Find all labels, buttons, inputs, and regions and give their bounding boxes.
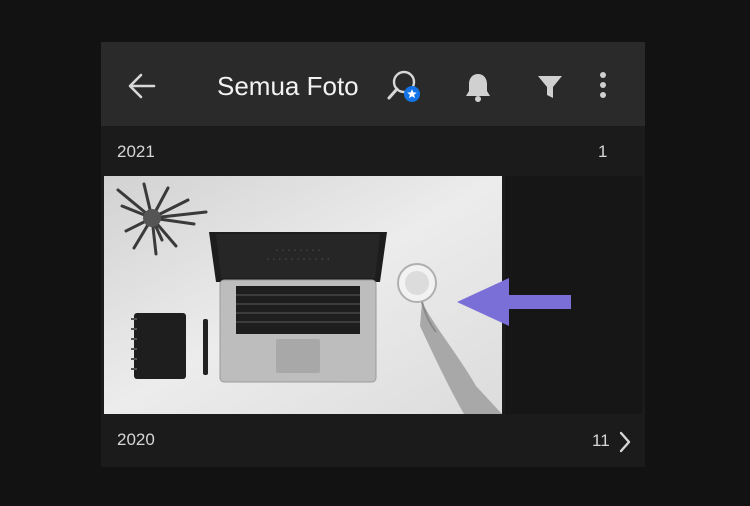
year-header-2021: 2021 1 [101,134,645,174]
people-search-icon[interactable] [386,68,426,106]
year-header-2020[interactable]: 2020 11 [101,422,645,462]
svg-text:· · · · · · · · · · ·: · · · · · · · · · · · [266,257,329,263]
photo-count: 11 [592,431,610,450]
back-arrow-icon[interactable] [126,72,158,100]
annotation-arrow-icon [457,278,571,326]
page-title: Semua Foto [217,71,359,101]
svg-text:· · · · · · · ·: · · · · · · · · [275,248,320,254]
chevron-right-icon[interactable] [618,431,632,453]
year-label: 2020 [117,430,155,449]
filter-icon[interactable] [536,73,564,101]
desk-photo-image: · · · · · · · · · · · · · · · · · · · [104,176,502,414]
bell-icon[interactable] [463,71,493,103]
more-vertical-icon[interactable] [598,71,608,101]
photo-count: 1 [598,142,608,161]
year-label: 2021 [117,142,155,161]
photo-thumbnail[interactable]: · · · · · · · · · · · · · · · · · · · [104,176,502,414]
